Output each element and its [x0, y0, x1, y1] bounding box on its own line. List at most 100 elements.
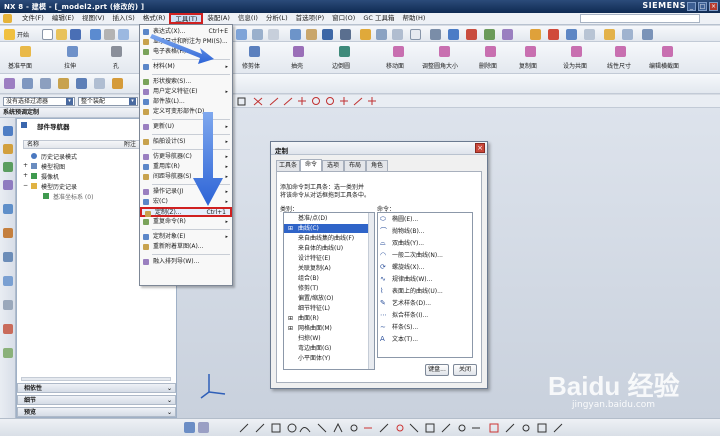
category-item[interactable]: 曲面(R) ⊞ — [284, 314, 374, 323]
datum-plane-button[interactable]: 基准平面 — [6, 44, 46, 72]
copy-icon[interactable] — [118, 29, 129, 40]
open-folder-icon[interactable] — [56, 29, 67, 40]
wireframe-icon[interactable] — [322, 29, 333, 40]
close-button[interactable]: 关闭 — [453, 364, 477, 376]
menu-tools[interactable]: 工具(T) — [169, 13, 204, 24]
command-item[interactable]: ⌇ 表面上的曲线(U)... — [378, 287, 472, 296]
maximize-button[interactable]: □ — [698, 2, 707, 11]
command-item[interactable]: A 文本(T)... — [378, 335, 472, 344]
tab-roles[interactable]: 角色 — [366, 160, 388, 171]
process-studio-icon[interactable] — [3, 300, 13, 310]
category-item[interactable]: 细节特征(L) — [284, 304, 374, 313]
color-icon[interactable] — [410, 29, 421, 40]
view-back-icon[interactable] — [94, 78, 105, 89]
checkbox-checked-icon[interactable] — [43, 193, 49, 199]
tree-item-model-history[interactable]: − 模型历史记录 — [23, 182, 149, 191]
analysis-icon[interactable] — [502, 29, 513, 40]
menu-window[interactable]: 窗口(O) — [328, 13, 359, 24]
tab-options[interactable]: 选项 — [322, 160, 344, 171]
tools-menu-item-9[interactable]: 定义可变形部件(D)... — [140, 107, 232, 117]
extrude-button[interactable]: 拉伸 — [58, 44, 88, 72]
navigator-scrollbar[interactable] — [21, 377, 171, 381]
expand-icon[interactable]: ⊞ — [288, 224, 293, 233]
command-item[interactable]: ⬭ 椭圆(E)... — [378, 215, 472, 224]
tools-menu-item-11[interactable]: 更新(U) ▸ — [140, 122, 232, 132]
category-item[interactable]: 曲线(C) ⊞ — [284, 224, 374, 233]
view-fit-icon[interactable] — [236, 29, 247, 40]
column-notes[interactable]: 附注 — [124, 141, 136, 149]
minimize-button[interactable]: _ — [687, 2, 696, 11]
category-item[interactable]: 弯边曲面(G) — [284, 344, 374, 353]
tools-menu-item-19[interactable]: 操作记录(J) ▸ — [140, 187, 232, 197]
expand-icon[interactable]: ⊞ — [288, 314, 293, 323]
tools-menu-item-0[interactable]: 表达式(X)... Ctrl+E — [140, 27, 232, 37]
category-item[interactable]: 关联复制(A) — [284, 264, 374, 273]
snap-icon[interactable] — [448, 29, 459, 40]
tools-menu-item-7[interactable]: 用户定义特征(E) ▸ — [140, 87, 232, 97]
part-navigator-icon[interactable] — [3, 162, 13, 172]
resize-blend-button[interactable]: 调整圆角大小 — [422, 44, 468, 72]
web-browser-icon[interactable] — [3, 228, 13, 238]
shell-button[interactable]: 抽壳 — [286, 44, 312, 72]
roles-icon[interactable] — [3, 324, 13, 334]
menu-information[interactable]: 信息(I) — [234, 13, 262, 24]
tree-item-history-mode[interactable]: 历史记录模式 — [29, 152, 149, 161]
assembly-scope-dropdown[interactable]: 整个装配 ▾ — [78, 97, 138, 106]
reuse-library-icon[interactable] — [3, 180, 13, 190]
start-button[interactable]: 开始 — [17, 30, 29, 39]
constraint-navigator-icon[interactable] — [3, 144, 13, 154]
tree-item-model-views[interactable]: + 模型视图 — [23, 162, 149, 171]
make-coplanar-button[interactable]: 设为共面 — [562, 44, 592, 72]
tab-toolbars[interactable]: 工具条 — [276, 160, 300, 171]
view-top-icon[interactable] — [40, 78, 51, 89]
category-item[interactable]: 偏置/缩放(O) — [284, 294, 374, 303]
menu-help[interactable]: 帮助(H) — [398, 13, 429, 24]
close-window-button[interactable]: × — [709, 2, 718, 11]
menu-file[interactable]: 文件(F) — [18, 13, 48, 24]
details-section[interactable]: 细节 ⌄ — [17, 395, 176, 405]
linear-dimension-button[interactable]: 线性尺寸 — [606, 44, 636, 72]
new-file-icon[interactable] — [42, 29, 53, 40]
display-icon[interactable] — [430, 29, 441, 40]
menu-assembly[interactable]: 装配(A) — [203, 13, 234, 24]
category-scrollbar[interactable] — [368, 213, 374, 369]
orient-icon[interactable] — [340, 29, 351, 40]
view-bottom-icon[interactable] — [112, 78, 123, 89]
move-icon[interactable] — [642, 29, 653, 40]
filter-icon[interactable] — [584, 29, 595, 40]
sketch-curve-tools[interactable] — [236, 421, 576, 434]
category-item[interactable]: 网格曲面(M) ⊞ — [284, 324, 374, 333]
star-icon[interactable] — [604, 29, 615, 40]
command-finder-input[interactable] — [580, 14, 700, 23]
pin-icon[interactable] — [548, 29, 559, 40]
move-face-button[interactable]: 移动面 — [384, 44, 414, 72]
menu-insert[interactable]: 插入(S) — [109, 13, 139, 24]
system-scenes-icon[interactable] — [3, 348, 13, 358]
tools-menu-item-8[interactable]: 部件族(L)... — [140, 97, 232, 107]
category-item[interactable]: 组合(B) — [284, 274, 374, 283]
trim-body-button[interactable]: 修剪体 — [238, 44, 272, 72]
snap-point-toolbar[interactable] — [236, 96, 396, 107]
category-list[interactable]: 基准/点(D) 曲线(C) ⊞ 来自曲线集的曲线(F) 来自体的曲线(U) 设计特征(E)… — [283, 212, 375, 370]
save-icon[interactable] — [70, 29, 81, 40]
keyboard-button[interactable]: 键盘... — [425, 364, 449, 376]
menu-gc-toolbox[interactable]: GC 工具箱 — [359, 13, 398, 24]
tools-menu-item-1[interactable]: 显示尺寸和附注为 PMI(S)... — [140, 37, 232, 47]
arrow-icon[interactable] — [622, 29, 633, 40]
tab-layout[interactable]: 布局 — [344, 160, 366, 171]
dependencies-section[interactable]: 相依性 ⌄ — [17, 383, 176, 393]
view-front-icon[interactable] — [22, 78, 33, 89]
tools-menu-item-21[interactable]: 定制(Z)... Ctrl+1 — [140, 207, 232, 217]
edge-blend-button[interactable]: 边倒圆 — [330, 44, 360, 72]
collapse-icon[interactable]: − — [23, 182, 28, 189]
command-item[interactable]: ∼ 样条(S)... — [378, 323, 472, 332]
tools-menu-item-6[interactable]: 形状搜索(S)... — [140, 77, 232, 87]
command-item[interactable]: ⌒ 抛物线(B)... — [378, 227, 472, 236]
preview-section[interactable]: 预览 ⌄ — [17, 407, 176, 417]
menu-preferences[interactable]: 首选项(P) — [292, 13, 329, 24]
edit-cross-section-button[interactable]: 编辑横截面 — [648, 44, 688, 72]
ruler-icon[interactable] — [566, 29, 577, 40]
command-item[interactable]: ⟳ 螺旋线(X)... — [378, 263, 472, 272]
tools-menu-item-27[interactable]: 融入排列导(W)... — [140, 257, 232, 267]
sketch-icon[interactable] — [184, 422, 195, 433]
